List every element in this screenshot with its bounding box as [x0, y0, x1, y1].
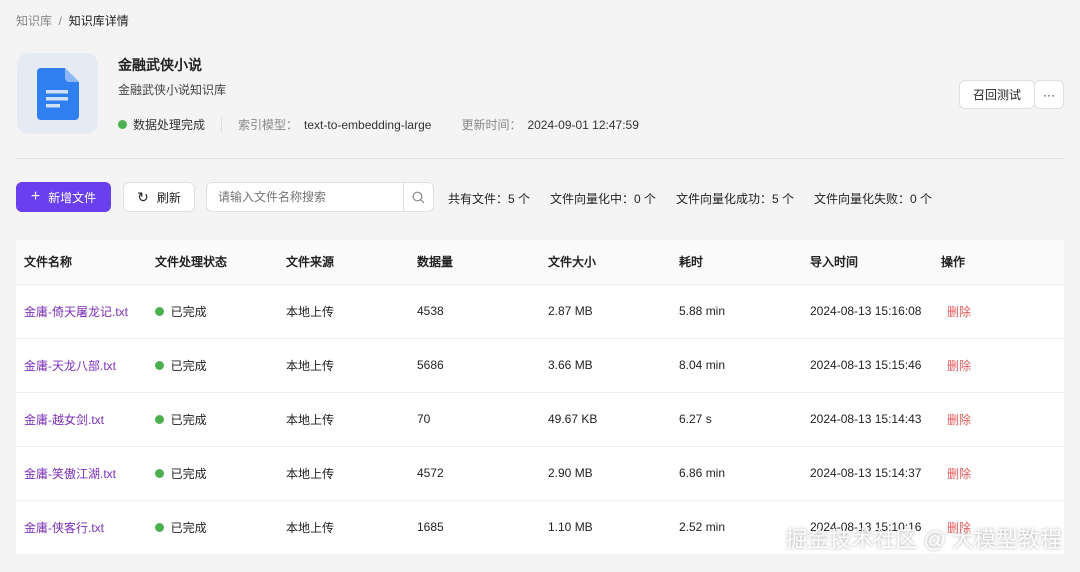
- source-cell: 本地上传: [278, 337, 409, 392]
- file-name-link[interactable]: 金庸-倚天屠龙记.txt: [16, 283, 147, 338]
- file-table: 文件名称 文件处理状态 文件来源 数据量 文件大小 耗时 导入时间 操作 金庸-…: [16, 240, 1064, 554]
- updated-value: 2024-09-01 12:47:59: [527, 117, 639, 132]
- count-cell: 70: [409, 391, 540, 446]
- table-row: 金庸-天龙八部.txt 已完成 本地上传 5686 3.66 MB 8.04 m…: [16, 337, 1064, 392]
- breadcrumb-current: 知识库详情: [68, 14, 129, 28]
- file-name-link[interactable]: 金庸-越女剑.txt: [16, 391, 147, 446]
- col-status: 文件处理状态: [147, 240, 278, 284]
- status-text: 已完成: [170, 520, 207, 535]
- status-dot-icon: [155, 522, 164, 532]
- size-cell: 3.66 MB: [540, 337, 671, 392]
- delete-button[interactable]: 删除: [933, 445, 1064, 500]
- col-duration: 耗时: [671, 240, 802, 284]
- more-button[interactable]: ···: [1034, 80, 1064, 109]
- breadcrumb-root[interactable]: 知识库: [16, 14, 52, 28]
- col-source: 文件来源: [278, 240, 409, 284]
- count-cell: 4538: [409, 283, 540, 338]
- stat-success: 文件向量化成功：5 个: [676, 192, 795, 206]
- size-cell: 2.90 MB: [540, 445, 671, 500]
- table-header: 文件名称 文件处理状态 文件来源 数据量 文件大小 耗时 导入时间 操作: [16, 240, 1064, 284]
- search-icon[interactable]: [403, 183, 433, 211]
- imported-cell: 2024-08-13 15:14:37: [802, 445, 933, 500]
- stat-failed: 文件向量化失败：0 个: [814, 192, 933, 206]
- kb-title: 金融武侠小说: [118, 57, 202, 73]
- count-cell: 4572: [409, 445, 540, 500]
- file-name-link[interactable]: 金庸-天龙八部.txt: [16, 337, 147, 392]
- size-cell: 1.10 MB: [540, 499, 671, 554]
- document-icon: [36, 67, 79, 120]
- kb-description: 金融武侠小说知识库: [118, 83, 227, 97]
- status-text: 已完成: [170, 412, 207, 427]
- size-cell: 2.87 MB: [540, 283, 671, 338]
- status-text: 已完成: [170, 466, 207, 481]
- source-cell: 本地上传: [278, 391, 409, 446]
- kb-meta: 数据处理完成 索引模型： text-to-embedding-large 更新时间…: [118, 116, 639, 133]
- breadcrumb: 知识库 / 知识库详情: [16, 14, 129, 28]
- recall-test-button[interactable]: 召回测试: [959, 80, 1035, 109]
- duration-cell: 6.27 s: [671, 391, 802, 446]
- status-text: 已完成: [170, 304, 207, 319]
- duration-cell: 5.88 min: [671, 283, 802, 338]
- add-file-button[interactable]: + 新增文件: [16, 182, 111, 212]
- status-cell: 已完成: [147, 337, 278, 392]
- delete-button[interactable]: 删除: [933, 283, 1064, 338]
- file-name-link[interactable]: 金庸-笑傲江湖.txt: [16, 445, 147, 500]
- col-count: 数据量: [409, 240, 540, 284]
- status-cell: 已完成: [147, 499, 278, 554]
- size-cell: 49.67 KB: [540, 391, 671, 446]
- watermark: 掘金技术社区 @ 大模型教程: [785, 527, 1062, 552]
- status-dot-icon: [118, 120, 127, 129]
- count-cell: 5686: [409, 337, 540, 392]
- source-cell: 本地上传: [278, 499, 409, 554]
- stat-processing: 文件向量化中：0 个: [550, 192, 657, 206]
- imported-cell: 2024-08-13 15:15:46: [802, 337, 933, 392]
- search-box: [206, 182, 434, 212]
- divider: [221, 117, 223, 132]
- delete-button[interactable]: 删除: [933, 337, 1064, 392]
- col-name: 文件名称: [16, 240, 147, 284]
- add-file-label: 新增文件: [48, 190, 97, 205]
- status-text: 已完成: [170, 358, 207, 373]
- source-cell: 本地上传: [278, 445, 409, 500]
- duration-cell: 6.86 min: [671, 445, 802, 500]
- file-name-link[interactable]: 金庸-侠客行.txt: [16, 499, 147, 554]
- model-value: text-to-embedding-large: [304, 117, 432, 132]
- status-dot-icon: [155, 468, 164, 478]
- duration-cell: 2.52 min: [671, 499, 802, 554]
- col-imported: 导入时间: [802, 240, 933, 284]
- table-row: 金庸-倚天屠龙记.txt 已完成 本地上传 4538 2.87 MB 5.88 …: [16, 283, 1064, 338]
- count-cell: 1685: [409, 499, 540, 554]
- status-dot-icon: [155, 360, 164, 370]
- status-cell: 已完成: [147, 391, 278, 446]
- kb-status: 数据处理完成: [133, 118, 206, 132]
- status-cell: 已完成: [147, 283, 278, 338]
- delete-button[interactable]: 删除: [933, 391, 1064, 446]
- refresh-icon: ↻: [137, 188, 149, 205]
- refresh-button[interactable]: ↻ 刷新: [123, 182, 195, 212]
- kb-logo: [17, 53, 98, 134]
- col-action: 操作: [933, 240, 1064, 284]
- duration-cell: 8.04 min: [671, 337, 802, 392]
- divider: [16, 158, 1064, 159]
- plus-icon: +: [30, 188, 41, 205]
- status-cell: 已完成: [147, 445, 278, 500]
- refresh-label: 刷新: [156, 190, 181, 205]
- imported-cell: 2024-08-13 15:14:43: [802, 391, 933, 446]
- source-cell: 本地上传: [278, 283, 409, 338]
- search-input[interactable]: [207, 183, 403, 211]
- file-stats: 共有文件：5 个 文件向量化中：0 个 文件向量化成功：5 个 文件向量化失败：…: [448, 190, 932, 207]
- imported-cell: 2024-08-13 15:16:08: [802, 283, 933, 338]
- updated-label: 更新时间：: [461, 118, 522, 132]
- stat-total: 共有文件：5 个: [448, 192, 531, 206]
- table-row: 金庸-越女剑.txt 已完成 本地上传 70 49.67 KB 6.27 s 2…: [16, 391, 1064, 446]
- status-dot-icon: [155, 414, 164, 424]
- table-row: 金庸-笑傲江湖.txt 已完成 本地上传 4572 2.90 MB 6.86 m…: [16, 445, 1064, 500]
- status-dot-icon: [155, 306, 164, 316]
- model-label: 索引模型：: [238, 118, 299, 132]
- col-size: 文件大小: [540, 240, 671, 284]
